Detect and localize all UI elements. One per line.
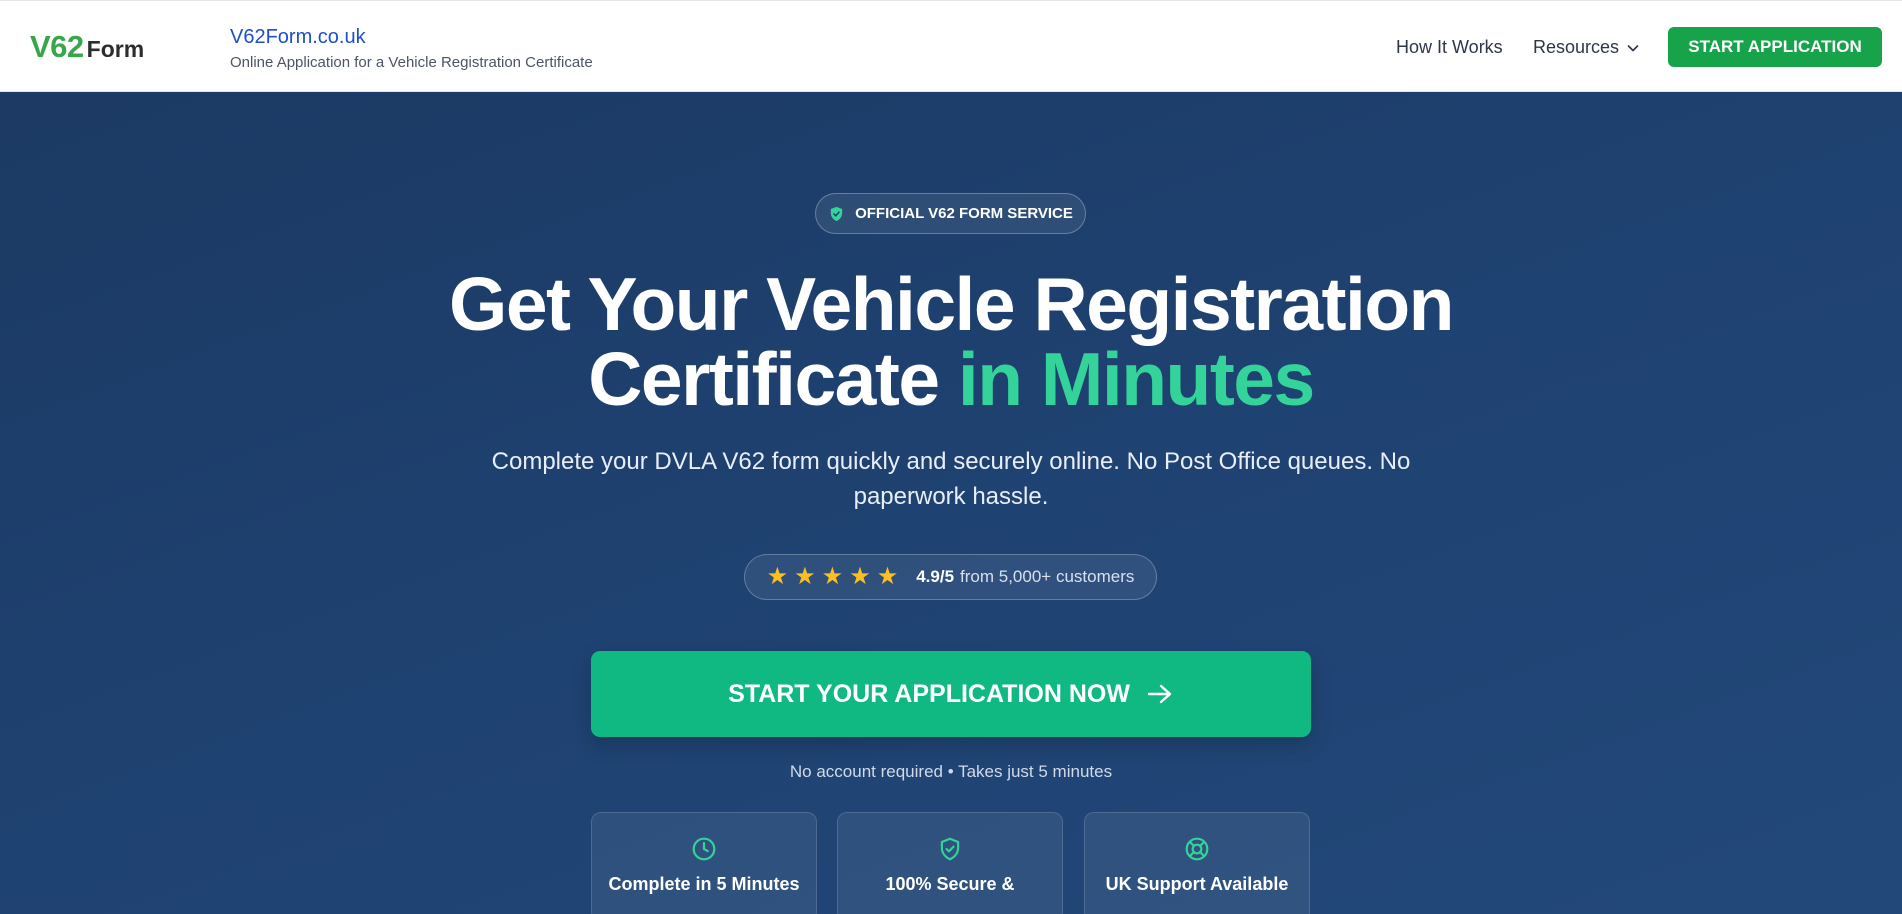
shield-check-icon bbox=[830, 206, 843, 221]
feature-label: UK Support Available bbox=[1105, 874, 1289, 894]
hero-section: OFFICIAL V62 FORM SERVICE Get Your Vehic… bbox=[0, 92, 1902, 914]
nav-how-it-works[interactable]: How It Works bbox=[1396, 37, 1503, 58]
star-icon: ★ bbox=[876, 563, 899, 590]
arrow-right-icon bbox=[1147, 684, 1172, 704]
rating-score: 4.9/5 bbox=[916, 567, 955, 586]
cta-label: START YOUR APPLICATION NOW bbox=[728, 679, 1130, 708]
feature-card: 100% Secure & bbox=[837, 812, 1063, 914]
logo-form: Form bbox=[86, 36, 145, 62]
site-name-link[interactable]: V62Form.co.uk bbox=[230, 26, 366, 49]
feature-label: 100% Secure & bbox=[885, 874, 1015, 894]
start-application-button[interactable]: START APPLICATION bbox=[1668, 27, 1882, 67]
nav-resources-dropdown[interactable]: Resources bbox=[1533, 37, 1640, 58]
nav-resources-label: Resources bbox=[1533, 37, 1620, 57]
rating-stars: ★ ★ ★ ★ ★ bbox=[767, 565, 905, 589]
hero-title-plain: Certificate bbox=[588, 337, 940, 421]
lifebuoy-icon bbox=[1185, 837, 1209, 861]
feature-card: UK Support Available bbox=[1084, 812, 1310, 914]
hero-title-line2: Certificate in Minutes bbox=[0, 342, 1902, 417]
start-your-application-button[interactable]: START YOUR APPLICATION NOW bbox=[591, 651, 1311, 737]
site-header: V62 Form V62Form.co.uk Online Applicatio… bbox=[0, 0, 1902, 92]
rating-text: from 5,000+ customers bbox=[960, 567, 1135, 586]
hero-title-accent: in Minutes bbox=[957, 337, 1315, 421]
hero-subtitle: Complete your DVLA V62 form quickly and … bbox=[491, 448, 1411, 510]
feature-label: Complete in 5 Minutes bbox=[608, 874, 800, 894]
shield-check-icon bbox=[940, 837, 960, 861]
chevron-down-icon bbox=[1627, 44, 1639, 51]
badge-label: OFFICIAL V62 FORM SERVICE bbox=[855, 205, 1073, 222]
site-logo[interactable]: V62 Form bbox=[30, 29, 144, 65]
site-tagline: Online Application for a Vehicle Registr… bbox=[230, 54, 593, 71]
customer-rating: ★ ★ ★ ★ ★ 4.9/5 from 5,000+ customers bbox=[744, 554, 1157, 600]
cta-note: No account required • Takes just 5 minut… bbox=[789, 762, 1113, 781]
logo-v62: V62 bbox=[30, 29, 84, 64]
official-service-badge: OFFICIAL V62 FORM SERVICE bbox=[815, 193, 1086, 234]
hero-title-line1: Get Your Vehicle Registration bbox=[448, 262, 1455, 346]
star-icon: ★ bbox=[849, 563, 871, 590]
clock-icon bbox=[692, 837, 716, 861]
star-icon: ★ bbox=[794, 563, 816, 590]
feature-card: Complete in 5 Minutes bbox=[591, 812, 817, 914]
star-icon: ★ bbox=[821, 563, 844, 590]
star-icon: ★ bbox=[766, 563, 789, 590]
